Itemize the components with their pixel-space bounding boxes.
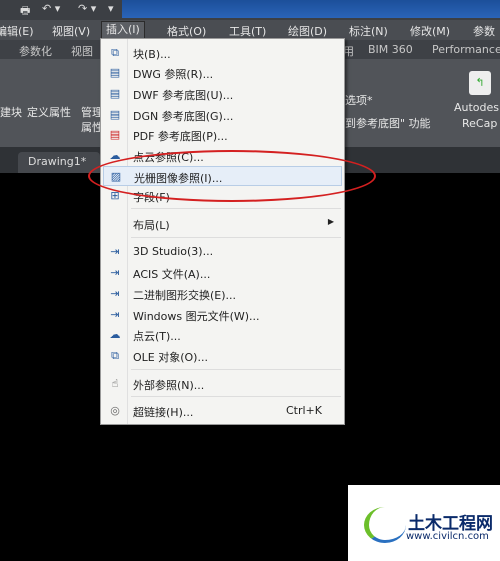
recap-button[interactable]: Autodesk <box>454 101 500 114</box>
menu-draw[interactable]: 绘图(D) <box>288 23 327 39</box>
menu-format[interactable]: 格式(O) <box>167 23 206 39</box>
options-dropdown[interactable]: 选项* <box>345 92 373 108</box>
recap-label: ReCap <box>462 117 498 130</box>
underlay-feature-dropdown[interactable]: 到参考底图" 功能 <box>345 115 431 131</box>
submenu-arrow-icon: ▶ <box>327 217 334 226</box>
title-bar: 🖶 ↶ ▾ ↷ ▾ ▾ <box>0 0 500 20</box>
dwf-icon: ▤ <box>109 87 121 100</box>
menu-item-dwf[interactable]: ▤ DWF 参考底图(U)... <box>103 84 342 104</box>
menu-item-hyperlink[interactable]: ◎ 超链接(H)... Ctrl+K <box>103 401 342 421</box>
menu-item-dxb[interactable]: ⇥ 二进制图形交换(E)... <box>103 284 342 304</box>
point-cloud-icon: ☁ <box>109 328 121 341</box>
menu-item-acis[interactable]: ⇥ ACIS 文件(A)... <box>103 263 342 283</box>
menu-item-3ds[interactable]: ⇥ 3D Studio(3)... <box>103 242 342 262</box>
menu-modify[interactable]: 修改(M) <box>410 23 450 39</box>
ole-icon: ⧉ <box>111 349 119 362</box>
watermark: 土木工程网 www.civilcn.com <box>348 485 500 561</box>
menu-edit[interactable]: 编辑(E) <box>0 23 34 39</box>
tab-performance[interactable]: Performance <box>432 43 500 56</box>
3ds-icon: ⇥ <box>110 245 120 258</box>
undo-icon[interactable]: ↶ ▾ <box>42 2 60 15</box>
menu-item-layout[interactable]: 布局(L) ▶ <box>103 214 342 234</box>
menu-item-wmf[interactable]: ⇥ Windows 图元文件(W)... <box>103 305 342 325</box>
menu-item-ole[interactable]: ⧉ OLE 对象(O)... <box>103 346 342 366</box>
title-area <box>122 0 500 18</box>
menu-item-dgn[interactable]: ▤ DGN 参考底图(G)... <box>103 105 342 125</box>
tab-parametric[interactable]: 参数化 <box>19 43 52 59</box>
menu-tools[interactable]: 工具(T) <box>229 23 266 39</box>
create-block-button[interactable]: 建块 <box>0 104 22 120</box>
redo-icon[interactable]: ↷ ▾ <box>78 2 96 15</box>
menu-bar: 编辑(E) 视图(V) 插入(I) 格式(O) 工具(T) 绘图(D) 标注(N… <box>0 20 500 52</box>
tab-bim360[interactable]: BIM 360 <box>368 43 413 56</box>
dwg-icon: ▤ <box>109 66 121 79</box>
dgn-icon: ▤ <box>109 108 121 121</box>
menu-dimension[interactable]: 标注(N) <box>349 23 388 39</box>
menu-insert[interactable]: 插入(I) <box>101 21 145 39</box>
define-attribute-button[interactable]: 定义属性 <box>27 104 71 120</box>
acis-icon: ⇥ <box>110 266 120 279</box>
menu-view[interactable]: 视图(V) <box>52 23 90 39</box>
block-icon: ⧉ <box>111 46 119 59</box>
customize-icon[interactable]: ▾ <box>108 2 114 15</box>
print-icon[interactable]: 🖶 <box>20 2 30 21</box>
pdf-icon: ▤ <box>109 128 121 141</box>
dxb-icon: ⇥ <box>110 287 120 300</box>
insert-menu: ⧉ 块(B)... ▤ DWG 参照(R)... ▤ DWF 参考底图(U)... ▤… <box>100 38 345 425</box>
recap-icon: ↰ <box>469 71 491 95</box>
menu-item-xref[interactable]: ☝ 外部参照(N)... <box>103 374 342 394</box>
drawing-tab[interactable]: Drawing1* <box>18 152 100 173</box>
hyperlink-icon: ◎ <box>110 404 120 417</box>
tab-view[interactable]: 视图 <box>71 43 93 59</box>
menu-item-point-cloud[interactable]: ☁ 点云(T)... <box>103 325 342 345</box>
menu-item-block[interactable]: ⧉ 块(B)... <box>103 43 342 63</box>
xref-icon: ☝ <box>111 377 119 390</box>
wmf-icon: ⇥ <box>110 308 120 321</box>
menu-item-pdf[interactable]: ▤ PDF 参考底图(P)... <box>103 125 342 145</box>
highlight-annotation-circle <box>88 150 376 202</box>
menu-item-dwg[interactable]: ▤ DWG 参照(R)... <box>103 63 342 83</box>
watermark-logo <box>364 507 406 543</box>
